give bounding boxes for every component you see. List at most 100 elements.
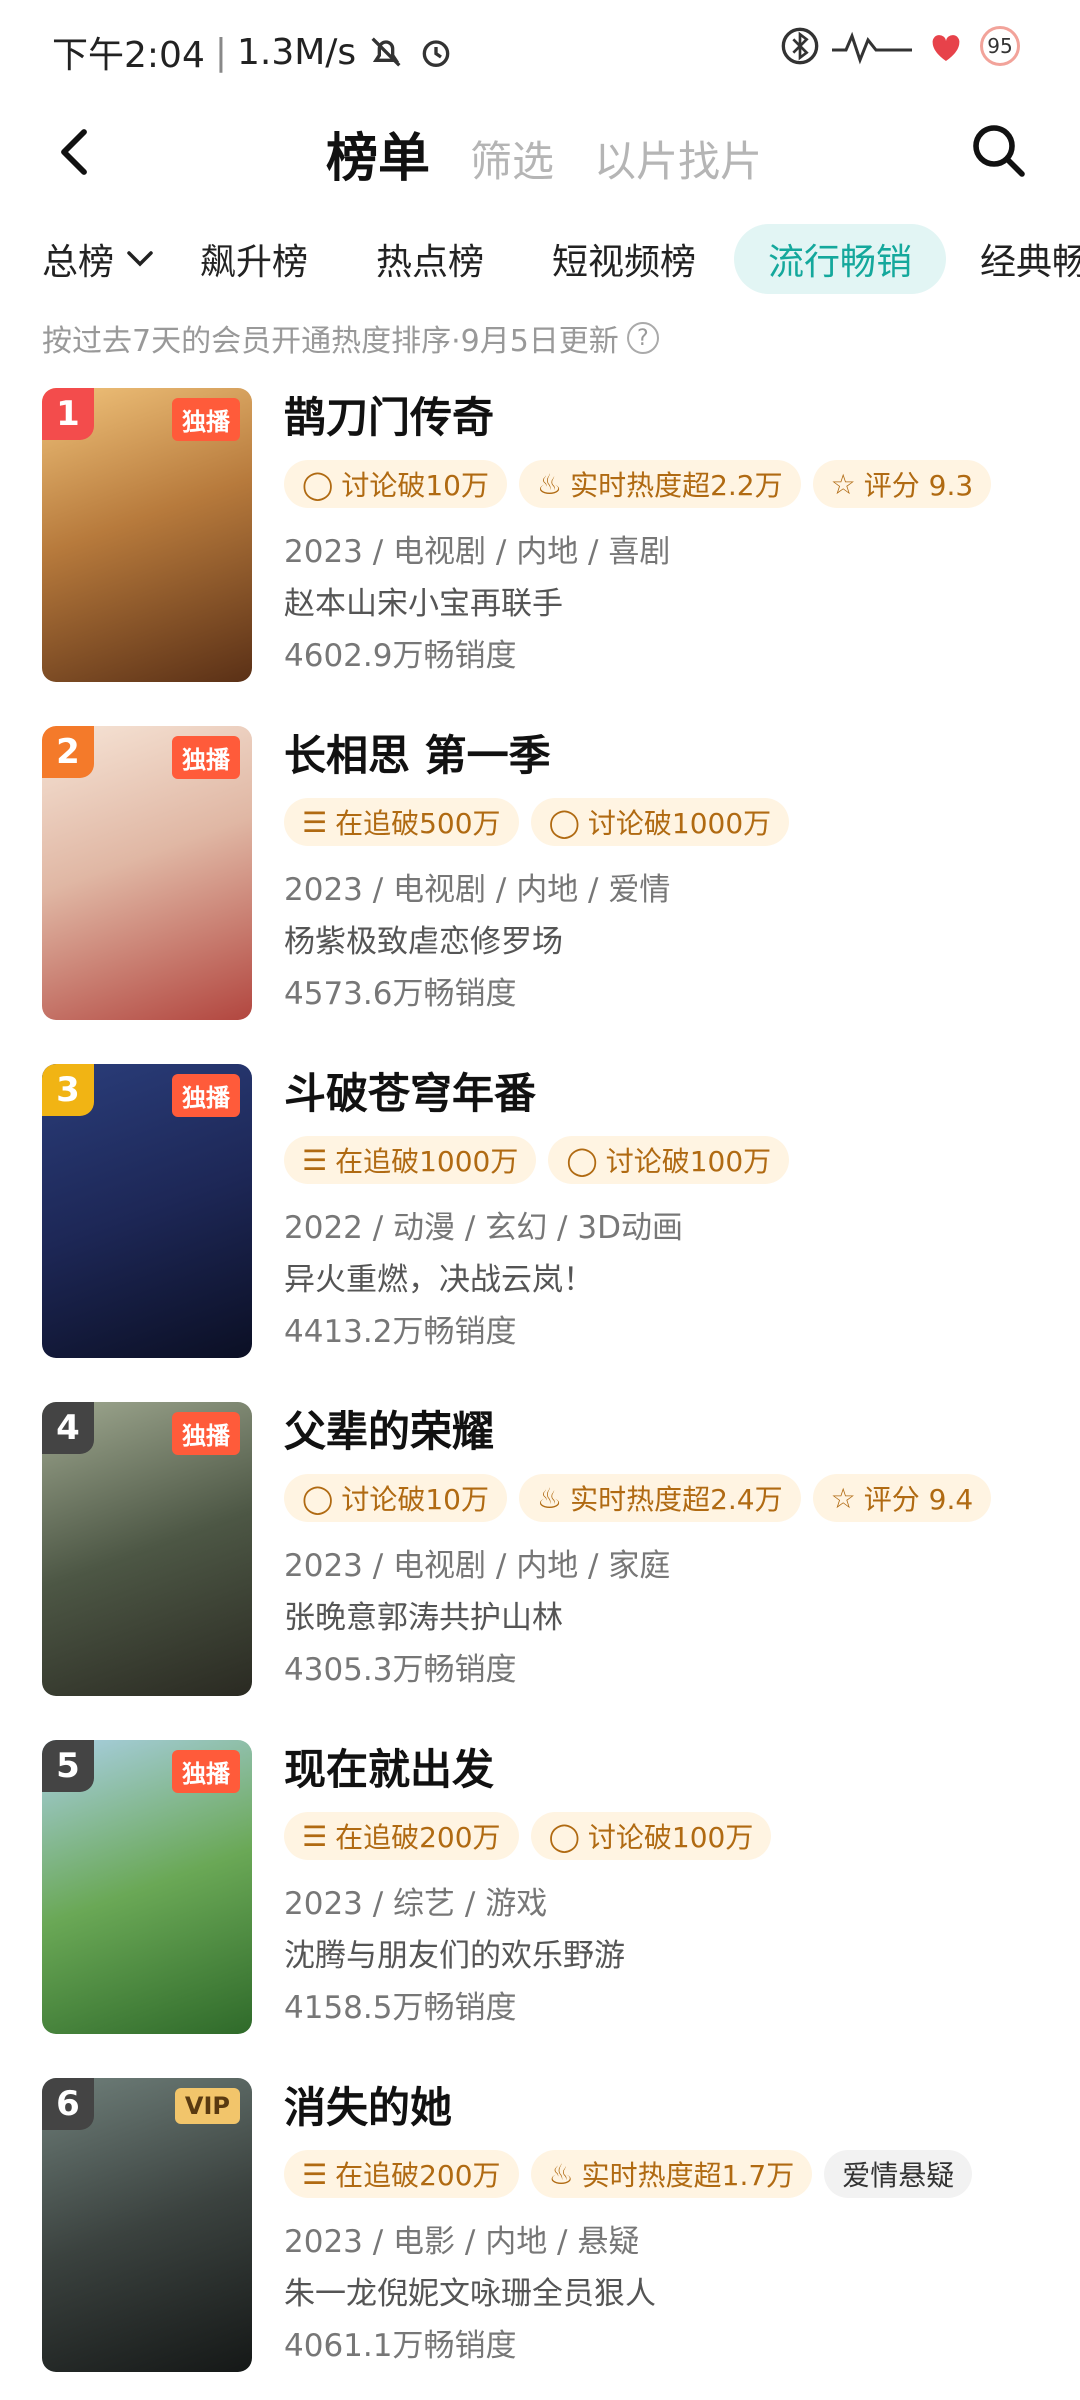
tab-find-by-film[interactable]: 以片找片 — [594, 128, 762, 189]
comment-icon: ◯ — [302, 467, 334, 501]
item-heat: 4061.1万畅销度 — [284, 2328, 517, 2364]
poster-image[interactable]: 2 独播 — [42, 726, 252, 1020]
network-speed: 1.3M/s — [236, 31, 357, 73]
tag: ♨ 实时热度超2.4万 — [518, 1474, 801, 1522]
rank-badge: 5 — [42, 1740, 94, 1792]
tag: ◯ 讨论破10万 — [284, 460, 507, 508]
exclusive-badge: 独播 — [172, 398, 240, 441]
list-icon: ☰ — [302, 1143, 328, 1177]
item-meta: 2023 / 电视剧 / 内地 / 家庭 — [284, 1548, 671, 1584]
item-title[interactable]: 斗破苍穹年番 — [284, 1064, 1060, 1124]
item-heat: 4158.5万畅销度 — [284, 1990, 517, 2026]
rank-badge: 3 — [42, 1064, 94, 1116]
item-description: 沈腾与朋友们的欢乐野游 — [284, 1938, 625, 1974]
comment-icon: ◯ — [566, 1143, 598, 1177]
tab-rising[interactable]: 飙升榜 — [200, 224, 308, 294]
ranking-hint: 按过去7天的会员开通热度排序·9月5日更新 ? — [42, 316, 659, 360]
tag: ◯ 讨论破1000万 — [530, 798, 790, 846]
item-meta: 2023 / 电影 / 内地 / 悬疑 — [284, 2224, 640, 2260]
battery-indicator: 95 — [980, 26, 1020, 66]
list-icon: ☰ — [302, 1819, 328, 1853]
list-item[interactable]: 1 独播 鹊刀门传奇 ◯ 讨论破10万 ♨ 实时热度超2.2万 ☆ 评分 9.3 20… — [0, 388, 1080, 726]
help-icon[interactable]: ? — [626, 322, 659, 354]
tag: ☰ 在追破200万 — [284, 1812, 519, 1860]
tag: ☆ 评分 9.3 — [812, 460, 992, 508]
tab-hot[interactable]: 热点榜 — [376, 224, 484, 294]
item-title[interactable]: 长相思 第一季 — [284, 726, 1060, 786]
tab-short-video[interactable]: 短视频榜 — [552, 224, 696, 294]
item-title[interactable]: 消失的她 — [284, 2078, 1060, 2138]
comment-icon: ◯ — [548, 1819, 580, 1853]
list-item[interactable]: 4 独播 父辈的荣耀 ◯ 讨论破10万 ♨ 实时热度超2.4万 ☆ 评分 9.4 20… — [0, 1402, 1080, 1740]
category-dropdown[interactable]: 总榜 — [42, 224, 154, 294]
item-description: 杨紫极致虐恋修罗场 — [284, 924, 563, 960]
chevron-left-icon — [61, 129, 87, 175]
poster-image[interactable]: 1 独播 — [42, 388, 252, 682]
comment-icon: ◯ — [302, 1481, 334, 1515]
tag: ◯ 讨论破100万 — [530, 1812, 772, 1860]
list-item[interactable]: 2 独播 长相思 第一季 ☰ 在追破500万 ◯ 讨论破1000万 2023 / 电… — [0, 726, 1080, 1064]
rank-badge: 1 — [42, 388, 94, 440]
item-title[interactable]: 父辈的荣耀 — [284, 1402, 1060, 1462]
rank-badge: 2 — [42, 726, 94, 778]
status-bar: 下午2:04 | 1.3M/s 95 — [0, 0, 1080, 96]
heart-icon — [932, 35, 960, 61]
alarm-icon — [422, 40, 450, 67]
list-icon: ☰ — [302, 805, 328, 839]
list-icon: ☰ — [302, 2157, 328, 2191]
tag: ◯ 讨论破10万 — [284, 1474, 507, 1522]
star-icon: ☆ — [830, 1481, 856, 1515]
tag: ♨ 实时热度超2.2万 — [518, 460, 801, 508]
poster-image[interactable]: 6 VIP — [42, 2078, 252, 2372]
tag: ☰ 在追破200万 — [284, 2150, 519, 2198]
chevron-down-icon — [127, 251, 153, 267]
flame-icon: ♨ — [536, 1481, 563, 1515]
tab-filter[interactable]: 筛选 — [470, 128, 554, 189]
list-item[interactable]: 5 独播 现在就出发 ☰ 在追破200万 ◯ 讨论破100万 2023 / 综艺 /… — [0, 1740, 1080, 2078]
list-item[interactable]: 3 独播 斗破苍穹年番 ☰ 在追破1000万 ◯ 讨论破100万 2022 / 动漫… — [0, 1064, 1080, 1402]
exclusive-badge: 独播 — [172, 736, 240, 779]
tag: ◯ 讨论破100万 — [548, 1136, 790, 1184]
item-heat: 4602.9万畅销度 — [284, 638, 517, 674]
flame-icon: ♨ — [548, 2157, 574, 2191]
item-meta: 2023 / 电视剧 / 内地 / 喜剧 — [284, 534, 671, 570]
category-tabs: 总榜 飙升榜 热点榜 短视频榜 流行畅销 经典畅 — [0, 216, 1080, 316]
tag: ☰ 在追破1000万 — [284, 1136, 537, 1184]
bell-muted-icon — [371, 37, 401, 67]
exclusive-badge: 独播 — [172, 1750, 240, 1793]
item-heat: 4573.6万畅销度 — [284, 976, 517, 1012]
tab-popular-selling[interactable]: 流行畅销 — [734, 224, 947, 294]
rank-badge: 4 — [42, 1402, 94, 1454]
poster-image[interactable]: 4 独播 — [42, 1402, 252, 1696]
exclusive-badge: 独播 — [172, 1412, 240, 1455]
item-meta: 2023 / 电视剧 / 内地 / 爱情 — [284, 872, 671, 908]
flame-icon: ♨ — [536, 467, 563, 501]
item-description: 异火重燃，决战云岚！ — [284, 1262, 594, 1298]
item-heat: 4413.2万畅销度 — [284, 1314, 517, 1350]
poster-image[interactable]: 5 独播 — [42, 1740, 252, 2034]
tag: ♨ 实时热度超1.7万 — [530, 2150, 813, 2198]
item-title[interactable]: 现在就出发 — [284, 1740, 1060, 1800]
exclusive-badge: 独播 — [172, 1074, 240, 1117]
tab-classic[interactable]: 经典畅 — [980, 224, 1080, 294]
item-title[interactable]: 鹊刀门传奇 — [284, 388, 1060, 448]
search-button[interactable] — [966, 118, 1030, 182]
signal-icon — [832, 31, 912, 65]
item-description: 朱一龙倪妮文咏珊全员狠人 — [284, 2276, 656, 2312]
tab-ranking[interactable]: 榜单 — [326, 116, 430, 191]
clock: 下午2:04 — [52, 35, 205, 76]
rank-badge: 6 — [42, 2078, 94, 2130]
list-item[interactable]: 6 VIP 消失的她 ☰ 在追破200万 ♨ 实时热度超1.7万 爱情悬疑 2023… — [0, 2078, 1080, 2400]
category-all-label: 总榜 — [42, 242, 115, 283]
poster-image[interactable]: 3 独播 — [42, 1064, 252, 1358]
back-button[interactable] — [44, 122, 104, 182]
item-description: 赵本山宋小宝再联手 — [284, 586, 563, 622]
item-description: 张晚意郭涛共护山林 — [284, 1600, 563, 1636]
genre-tag: 爱情悬疑 — [824, 2150, 973, 2198]
item-heat: 4305.3万畅销度 — [284, 1652, 517, 1688]
star-icon: ☆ — [830, 467, 856, 501]
item-meta: 2022 / 动漫 / 玄幻 / 3D动画 — [284, 1210, 683, 1246]
item-meta: 2023 / 综艺 / 游戏 — [284, 1886, 548, 1922]
comment-icon: ◯ — [548, 805, 580, 839]
search-icon — [973, 125, 1025, 177]
